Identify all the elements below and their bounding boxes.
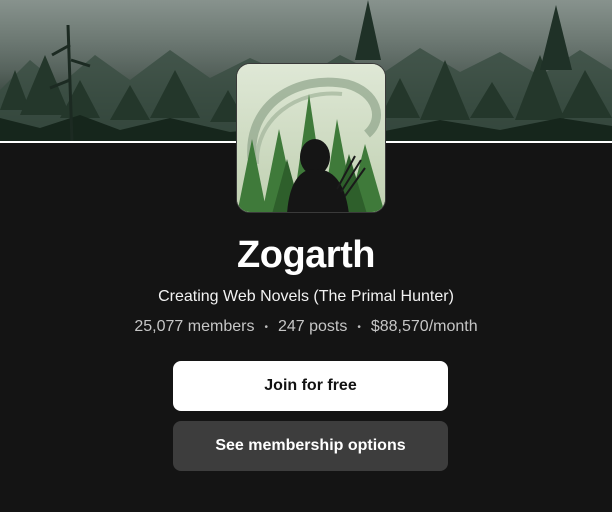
avatar-image — [237, 64, 385, 212]
posts-count: 247 posts — [277, 318, 348, 335]
creator-tagline: Creating Web Novels (The Primal Hunter) — [158, 288, 454, 305]
stats-separator: • — [357, 321, 361, 333]
stats-separator: • — [264, 321, 268, 333]
members-count: 25,077 members — [134, 318, 255, 335]
monthly-earnings: $88,570/month — [370, 318, 478, 335]
avatar — [236, 63, 386, 213]
creator-name: Zogarth — [237, 234, 375, 276]
join-for-free-button[interactable]: Join for free — [173, 361, 448, 411]
see-membership-options-button[interactable]: See membership options — [173, 421, 448, 471]
creator-stats: 25,077 members • 247 posts • $88,570/mon… — [0, 318, 612, 336]
